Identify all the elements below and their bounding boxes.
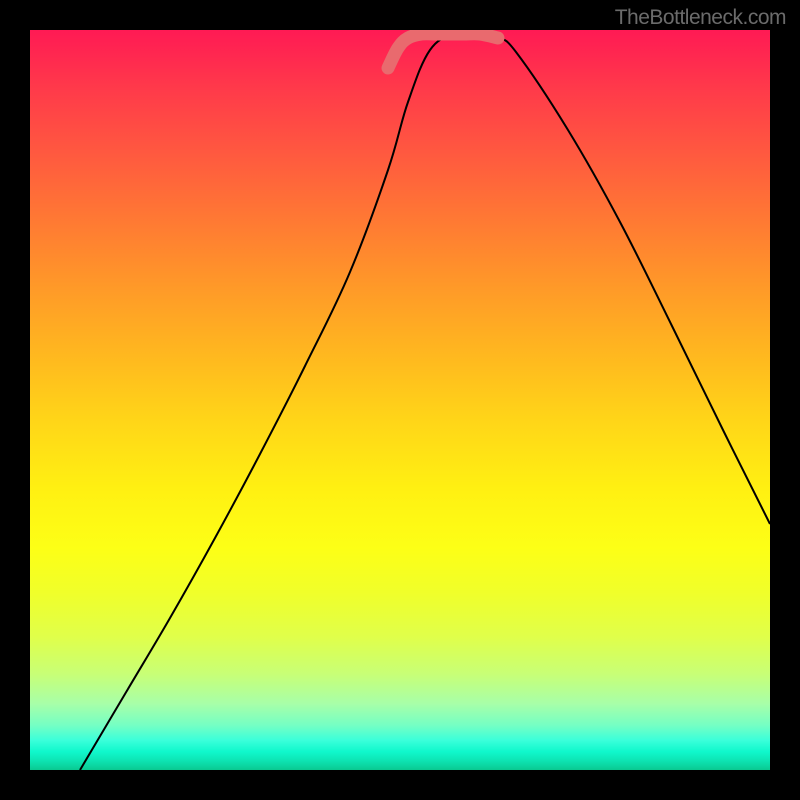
watermark-text: TheBottleneck.com [615,6,786,30]
plot-area [30,30,770,770]
chart-container: TheBottleneck.com [0,0,800,800]
floor-highlight-path [388,34,498,68]
curve-svg [30,30,770,770]
bottleneck-curve-path [80,33,770,770]
